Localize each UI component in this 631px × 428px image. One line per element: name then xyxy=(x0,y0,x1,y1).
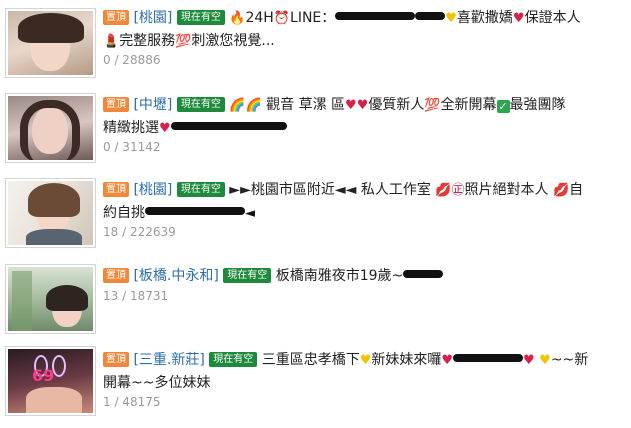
thumbnail[interactable] xyxy=(5,264,96,334)
post-title-text[interactable]: ~~新 xyxy=(551,352,588,368)
post-title-text[interactable]: 完整服務 xyxy=(119,33,175,49)
rainbow-icon: 🌈 xyxy=(245,98,262,113)
lips-icon: 💋 xyxy=(435,183,452,198)
heart-icon: ♥ xyxy=(512,11,525,26)
post-list: 置頂 [桃園] 現在有空 🔥24H⏰LINE： ♥喜歡撒嬌♥保證本人 💄完整服務💯… xyxy=(0,0,631,428)
available-badge: 現在有空 xyxy=(223,268,272,283)
post-title-text[interactable]: 開幕~~多位妹妹 xyxy=(103,375,210,391)
circled-ideograph-icon: ㊣ xyxy=(451,183,465,198)
pinned-badge: 置頂 xyxy=(103,10,129,25)
list-item[interactable]: 置頂 [中壢] 現在有空 🌈🌈 觀音 草漯 區♥♥優質新人💯全新開幕 ✓ 最強團隊 … xyxy=(0,91,631,175)
redacted-text xyxy=(453,354,524,362)
lipstick-icon: 💄 xyxy=(103,34,120,49)
heart-icon: ♥ xyxy=(523,353,535,368)
heart-icon: ♥ xyxy=(159,121,171,136)
heart-icon: ♥ xyxy=(345,98,357,113)
post-stats: 18 / 222639 xyxy=(103,225,176,239)
thumbnail[interactable]: 69 xyxy=(5,346,96,416)
thumbnail[interactable] xyxy=(5,8,96,78)
post-title-text[interactable]: 三重區忠孝橋下 xyxy=(262,352,360,368)
redacted-text xyxy=(403,270,444,278)
post-title-text[interactable]: LINE： xyxy=(290,10,335,26)
hundred-icon: 💯 xyxy=(424,98,441,113)
lips-icon: 💋 xyxy=(552,183,570,198)
yellow-heart-icon: ♥ xyxy=(539,353,551,368)
post-stats: 13 / 18731 xyxy=(103,289,169,303)
rainbow-icon: 🌈 xyxy=(229,98,246,113)
list-item[interactable]: 置頂 [板橋.中永和] 現在有空 板橋南雅夜市19歲~ 13 / 18731 xyxy=(0,262,631,346)
post-stats: 0 / 31142 xyxy=(103,140,161,154)
alarm-clock-icon: ⏰ xyxy=(273,11,291,26)
post-title-text[interactable]: 刺激您視覺... xyxy=(191,33,274,49)
pinned-badge: 置頂 xyxy=(103,182,129,197)
list-item[interactable]: 置頂 [桃園] 現在有空 🔥24H⏰LINE： ♥喜歡撒嬌♥保證本人 💄完整服務💯… xyxy=(0,4,631,88)
yellow-heart-icon: ♥ xyxy=(445,11,457,26)
post-title-text[interactable]: 自 xyxy=(569,182,583,198)
post-title-text[interactable]: 保證本人 xyxy=(525,10,581,26)
post-title-text[interactable]: 板橋南雅夜市19歲~ xyxy=(276,268,404,284)
heart-icon: ♥ xyxy=(441,353,454,368)
post-title-text[interactable]: 優質新人 xyxy=(368,97,424,113)
available-badge: 現在有空 xyxy=(209,352,258,367)
post-title-text[interactable]: 全新開幕 xyxy=(441,97,497,113)
post-title-text[interactable]: 觀音 草漯 區 xyxy=(266,97,345,113)
available-badge: 現在有空 xyxy=(176,97,225,112)
post-title-text[interactable]: 新妹妹來囉 xyxy=(371,352,441,368)
post-region-link[interactable]: [中壢] xyxy=(133,97,172,113)
pinned-badge: 置頂 xyxy=(103,97,129,112)
badge-icon: 69 xyxy=(32,366,55,385)
post-title-text[interactable]: 照片絕對本人 xyxy=(464,182,548,198)
redacted-text xyxy=(335,12,416,20)
pinned-badge: 置頂 xyxy=(103,268,129,283)
post-title-text[interactable]: 約自挑 xyxy=(103,205,145,221)
pointer-icon: ◄ xyxy=(245,206,255,221)
redacted-text xyxy=(170,122,287,130)
list-item[interactable]: 69 置頂 [三重.新莊] 現在有空 三重區忠孝橋下♥新妹妹來囉♥ ♥ ♥~~新 … xyxy=(0,346,631,428)
post-title-text[interactable]: 喜歡撒嬌 xyxy=(457,10,513,26)
thumbnail[interactable] xyxy=(5,178,96,248)
available-badge: 現在有空 xyxy=(176,10,225,25)
post-stats: 1 / 48175 xyxy=(103,395,161,409)
post-title-text[interactable]: ►►桃園市區附近◄◄ 私人工作室 xyxy=(229,182,431,198)
redacted-text xyxy=(145,207,245,215)
list-item[interactable]: 置頂 [桃園] 現在有空 ►►桃園市區附近◄◄ 私人工作室 💋㊣照片絕對本人 💋… xyxy=(0,176,631,260)
post-region-link[interactable]: [板橋.中永和] xyxy=(133,268,218,284)
post-title-text[interactable]: 最強團隊 xyxy=(510,97,566,113)
post-region-link[interactable]: [桃園] xyxy=(133,10,172,26)
post-title-text[interactable]: 精緻挑選 xyxy=(103,120,159,136)
available-badge: 現在有空 xyxy=(176,182,225,197)
redacted-text xyxy=(415,12,446,20)
yellow-heart-icon: ♥ xyxy=(359,353,372,368)
pinned-badge: 置頂 xyxy=(103,352,129,367)
post-title-text[interactable]: 24H xyxy=(245,10,273,26)
thumbnail[interactable] xyxy=(5,93,96,163)
check-mark-icon: ✓ xyxy=(496,100,510,113)
heart-icon: ♥ xyxy=(356,98,369,113)
post-region-link[interactable]: [桃園] xyxy=(133,182,172,198)
fire-icon: 🔥 xyxy=(229,11,246,26)
post-stats: 0 / 28886 xyxy=(103,53,161,67)
post-region-link[interactable]: [三重.新莊] xyxy=(133,352,204,368)
hundred-icon: 💯 xyxy=(175,34,192,49)
